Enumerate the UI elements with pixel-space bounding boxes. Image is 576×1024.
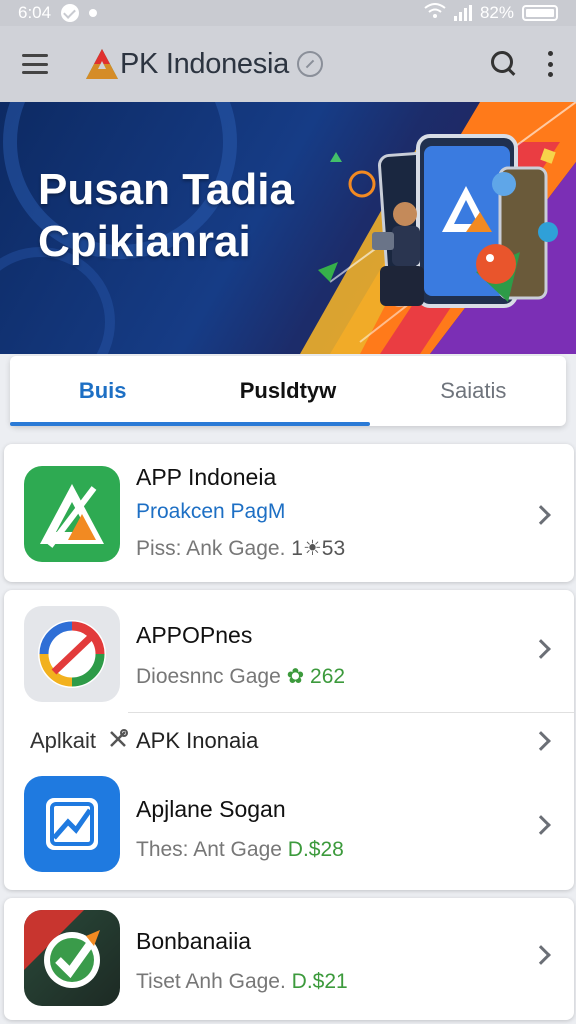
search-icon[interactable] bbox=[490, 50, 518, 78]
app-card: Bonbanaiia Tiset Anh Gage. D.$21 bbox=[4, 898, 574, 1020]
tab-pusldtyw[interactable]: Pusldtyw bbox=[195, 356, 380, 426]
divider bbox=[128, 712, 574, 713]
app-logo: PK Indonesia bbox=[84, 47, 323, 81]
app-meta-text: Thes: Ant Gage bbox=[136, 838, 282, 861]
wifi-icon bbox=[424, 2, 446, 24]
app-icon bbox=[24, 776, 120, 872]
logo-icon bbox=[84, 47, 120, 81]
app-list-item[interactable]: APPOPnes Dioesnnc Gage ✿ 262 bbox=[4, 592, 574, 710]
chevron-right-icon bbox=[531, 945, 551, 965]
tools-icon bbox=[110, 729, 128, 747]
app-list-item[interactable]: Apjlane Sogan Thes: Ant Gage D.$28 bbox=[4, 766, 574, 884]
chevron-right-icon bbox=[531, 505, 551, 525]
status-left: 6:04 bbox=[18, 3, 98, 23]
app-name: APPOPnes bbox=[136, 622, 253, 648]
tab-saiatis[interactable]: Saiatis bbox=[381, 356, 566, 426]
app-name: APP Indoneia bbox=[136, 464, 277, 490]
promo-banner[interactable]: Pusan Tadia Cpikianrai bbox=[0, 102, 576, 354]
status-time: 6:04 bbox=[18, 3, 52, 22]
status-bar: 6:04 82% bbox=[0, 0, 576, 26]
tab-indicator bbox=[10, 422, 370, 426]
tab-buis[interactable]: Buis bbox=[10, 356, 195, 426]
chevron-right-icon bbox=[531, 815, 551, 835]
app-meta-text: Tiset Anh Gage. bbox=[136, 970, 286, 993]
more-options-icon[interactable] bbox=[546, 51, 554, 77]
app-name: Bonbanaiia bbox=[136, 928, 252, 954]
section-title: APK Inonaia bbox=[136, 728, 259, 753]
verified-icon bbox=[296, 51, 323, 77]
app-icon bbox=[24, 606, 120, 702]
section-label: Aplkait bbox=[30, 728, 97, 753]
signal-icon bbox=[453, 5, 472, 21]
menu-icon[interactable] bbox=[22, 54, 48, 74]
app-meta-text: Dioesnnc Gage bbox=[136, 665, 281, 688]
chevron-right-icon bbox=[531, 731, 551, 751]
app-bar: PK Indonesia bbox=[0, 26, 576, 102]
battery-percent: 82% bbox=[479, 3, 514, 22]
notification-dot-icon bbox=[89, 9, 98, 17]
app-meta: Dioesnnc Gage ✿ 262 bbox=[136, 664, 345, 689]
app-list-item[interactable]: Bonbanaiia Tiset Anh Gage. D.$21 bbox=[4, 898, 574, 1016]
tab-bar: Buis Pusldtyw Saiatis bbox=[10, 356, 566, 426]
chevron-right-icon bbox=[531, 639, 551, 659]
app-meta: Piss: Ank Gage. 1☀53 bbox=[136, 536, 345, 561]
app-name: Apjlane Sogan bbox=[136, 796, 286, 822]
app-icon bbox=[24, 466, 120, 562]
app-meta-value: 1☀53 bbox=[291, 537, 346, 560]
app-icon bbox=[24, 910, 120, 1006]
check-icon bbox=[61, 4, 80, 22]
banner-title: Pusan Tadia Cpikianrai bbox=[38, 165, 294, 266]
app-meta: Tiset Anh Gage. D.$21 bbox=[136, 970, 348, 994]
app-meta-value: ✿ 262 bbox=[286, 665, 346, 688]
status-right: 82% bbox=[424, 2, 558, 24]
app-title: PK Indonesia bbox=[120, 47, 289, 80]
app-meta-value: D.$21 bbox=[291, 970, 348, 993]
app-meta: Thes: Ant Gage D.$28 bbox=[136, 838, 344, 862]
app-subtitle: Proakcen PagM bbox=[136, 500, 286, 523]
app-meta-text: Piss: Ank Gage. bbox=[136, 537, 286, 560]
app-list-item[interactable]: APP Indoneia Proakcen PagM Piss: Ank Gag… bbox=[4, 452, 574, 570]
app-meta-value: D.$28 bbox=[287, 838, 344, 861]
app-card: APP Indoneia Proakcen PagM Piss: Ank Gag… bbox=[4, 444, 574, 582]
section-header-row[interactable]: Aplkait APK Inonaia bbox=[4, 714, 574, 766]
app-card: APPOPnes Dioesnnc Gage ✿ 262 Aplkait APK… bbox=[4, 590, 574, 890]
battery-icon bbox=[522, 5, 558, 21]
